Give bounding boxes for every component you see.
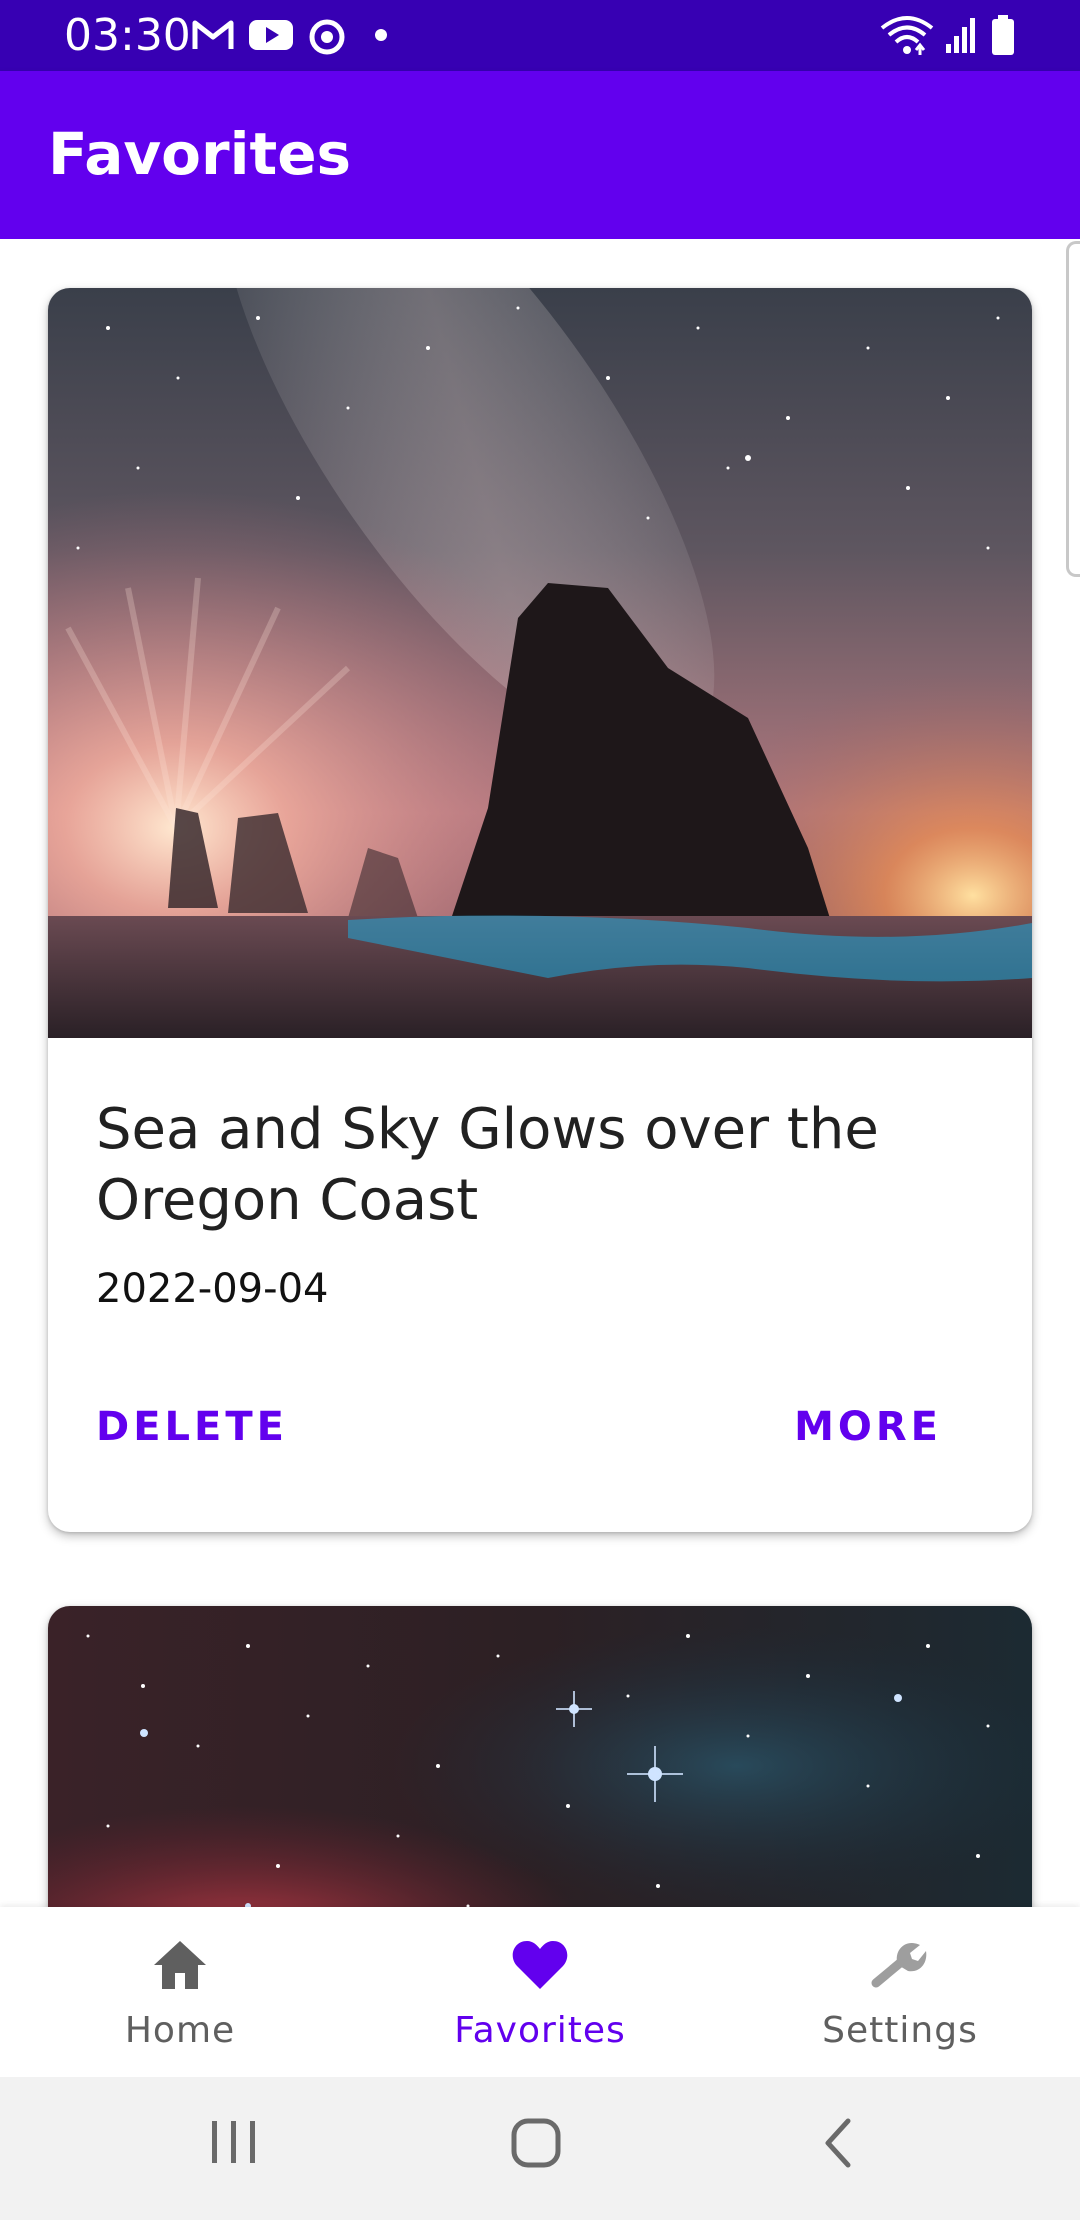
status-time: 03:30 xyxy=(64,10,191,61)
bottom-navigation: Home Favorites Settings xyxy=(0,1907,1080,2077)
delete-button[interactable]: DELETE xyxy=(96,1402,288,1452)
sync-icon xyxy=(309,19,345,55)
favorite-card xyxy=(48,1606,1032,1907)
nav-item-settings[interactable]: Settings xyxy=(720,1907,1080,2077)
battery-icon xyxy=(992,15,1014,55)
dot-icon xyxy=(375,29,387,41)
card-date: 2022-09-04 xyxy=(96,1266,329,1312)
favorite-card: Sea and Sky Glows over the Oregon Coast … xyxy=(48,288,1032,1532)
card-title: Sea and Sky Glows over the Oregon Coast xyxy=(96,1097,879,1233)
nav-label-settings: Settings xyxy=(822,2010,978,2051)
signal-icon xyxy=(946,18,975,53)
nav-label-home: Home xyxy=(124,2010,236,2051)
nav-label-favorites: Favorites xyxy=(454,2010,626,2051)
more-button[interactable]: MORE xyxy=(794,1402,942,1452)
youtube-icon xyxy=(249,20,293,50)
status-bar: 03:30 xyxy=(0,0,1080,71)
home-icon xyxy=(154,1941,206,1989)
heart-icon xyxy=(512,1941,568,1989)
system-navigation-bar xyxy=(0,2077,1080,2220)
nav-item-home[interactable]: Home xyxy=(0,1907,360,2077)
nav-item-favorites[interactable]: Favorites xyxy=(360,1907,720,2077)
app-bar: Favorites xyxy=(0,71,1080,239)
favorites-list[interactable]: Sea and Sky Glows over the Oregon Coast … xyxy=(0,239,1080,1907)
wrench-icon xyxy=(871,1943,927,1988)
card-image xyxy=(48,1606,1032,1907)
back-icon[interactable] xyxy=(820,2117,856,2169)
scroll-indicator[interactable] xyxy=(1066,241,1080,577)
home-button-icon[interactable] xyxy=(510,2117,562,2169)
wifi-icon xyxy=(880,16,934,55)
page-title: Favorites xyxy=(48,120,352,188)
gmail-icon xyxy=(192,20,234,49)
card-image xyxy=(48,288,1032,1038)
recents-icon[interactable] xyxy=(210,2117,258,2167)
